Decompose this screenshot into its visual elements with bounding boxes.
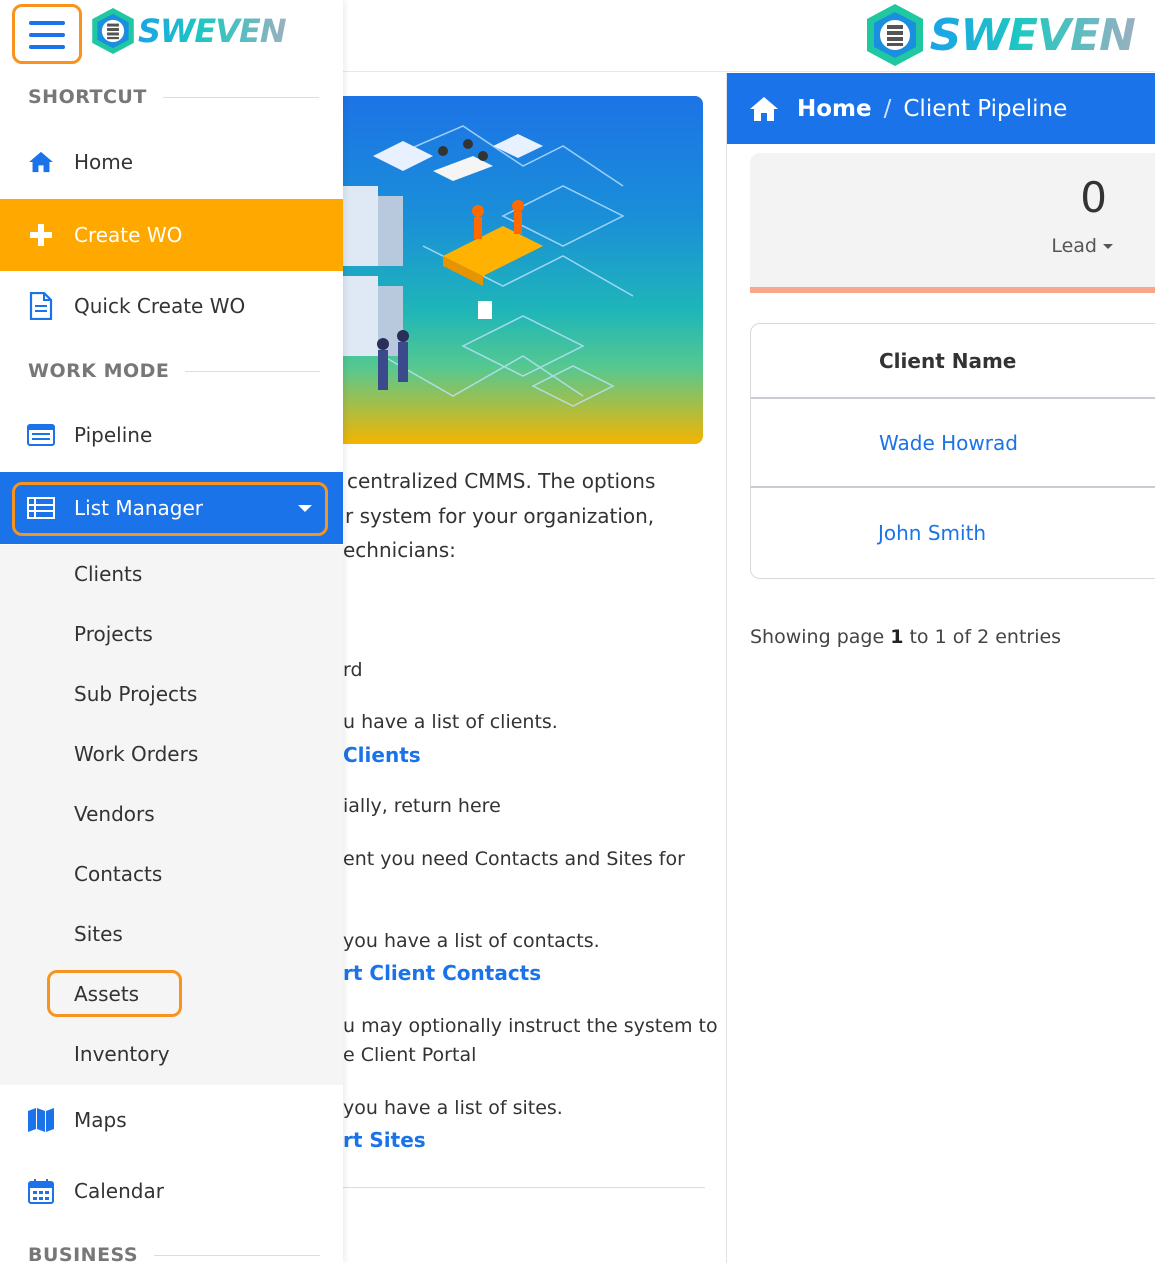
section-business: BUSINESS (28, 1244, 321, 1263)
submenu-item-sites[interactable]: Sites (74, 922, 123, 946)
submenu-item-vendors[interactable]: Vendors (74, 802, 155, 826)
highlight-outline (12, 482, 328, 536)
sidebar-item-label: Create WO (74, 223, 183, 247)
submenu-item-sub-projects[interactable]: Sub Projects (74, 682, 197, 706)
submenu-item-contacts[interactable]: Contacts (74, 862, 162, 886)
pagination-info: Showing page 1 to 1 of 2 entries (750, 626, 1061, 648)
hero-illustration (343, 96, 703, 444)
map-icon (26, 1105, 56, 1135)
highlight-outline (47, 970, 182, 1017)
step-text-7: e Client Portal (343, 1044, 477, 1066)
step-text-4: ent you need Contacts and Sites for (343, 848, 685, 870)
hamburger-bar (29, 33, 65, 37)
home-icon (26, 147, 56, 177)
lead-dropdown[interactable]: Lead (1051, 235, 1113, 257)
hamburger-bar (29, 45, 65, 49)
section-label: SHORTCUT (28, 86, 147, 108)
lead-label: Lead (1051, 235, 1097, 257)
section-label: WORK MODE (28, 360, 170, 382)
client-pipeline-panel: Home / Client Pipeline 0 Lead Client Nam… (727, 73, 1155, 1263)
sidebar: SWEVEN SHORTCUT Home Create WO Quick Cre… (0, 0, 343, 1263)
table-header-client-name[interactable]: Client Name (751, 324, 1155, 399)
import-client-contacts-link[interactable]: rt Client Contacts (343, 961, 541, 985)
plus-icon (26, 220, 56, 250)
logo-hex-icon (92, 8, 134, 54)
client-link[interactable]: Wade Howrad (879, 431, 1018, 455)
import-sites-link[interactable]: rt Sites (343, 1128, 426, 1152)
step-text-6: u may optionally instruct the system to (343, 1015, 718, 1037)
calendar-icon (26, 1176, 56, 1206)
section-rule (185, 370, 321, 372)
home-icon[interactable] (749, 96, 779, 122)
table-row: Wade Howrad (751, 399, 1155, 488)
sidebar-item-maps[interactable]: Maps (0, 1084, 343, 1156)
clients-table: Client Name Wade Howrad John Smith (750, 323, 1155, 579)
import-clients-link[interactable]: Clients (343, 743, 421, 767)
section-work-mode: WORK MODE (28, 360, 321, 382)
sidebar-item-quick-create-wo[interactable]: Quick Create WO (0, 270, 343, 342)
sidebar-item-label: Pipeline (74, 423, 153, 447)
intro-line-2: r system for your organization, (345, 504, 655, 528)
sidebar-item-create-wo[interactable]: Create WO (0, 199, 343, 271)
submenu-item-clients[interactable]: Clients (74, 562, 142, 586)
step-text-1: rd (343, 659, 363, 681)
divider (343, 1187, 705, 1188)
sidebar-item-calendar[interactable]: Calendar (0, 1155, 343, 1227)
section-rule (154, 1254, 321, 1256)
step-text-8: you have a list of sites. (343, 1097, 563, 1119)
submenu-item-projects[interactable]: Projects (74, 622, 153, 646)
document-icon (26, 291, 56, 321)
pagination-prefix: Showing page (750, 626, 885, 648)
pagination-suffix: to 1 of 2 entries (909, 626, 1062, 648)
sidebar-item-pipeline[interactable]: Pipeline (0, 399, 343, 471)
sidebar-item-label: Home (74, 150, 134, 174)
menu-toggle-button[interactable] (12, 4, 82, 64)
brand-logo[interactable]: SWEVEN (864, 2, 1136, 68)
logo-hex-icon (866, 4, 923, 66)
lead-count: 0 (1080, 173, 1107, 222)
table-row: John Smith (751, 488, 1155, 577)
isometric-illustration (343, 125, 634, 407)
sidebar-logo[interactable]: SWEVEN (90, 6, 287, 56)
breadcrumb-separator: / (883, 95, 892, 122)
section-rule (162, 96, 319, 98)
step-text-5: you have a list of contacts. (343, 930, 600, 952)
sidebar-item-label: Quick Create WO (74, 294, 246, 318)
pipeline-icon (26, 420, 56, 450)
pagination-page: 1 (890, 626, 904, 648)
step-text-3: ially, return here (343, 795, 501, 817)
main-content: centralized CMMS. The options r system f… (343, 73, 727, 1263)
hamburger-icon (29, 21, 65, 25)
breadcrumb-home-link[interactable]: Home (797, 96, 872, 122)
logo-text: SWEVEN (138, 12, 287, 50)
caret-down-icon (1103, 244, 1113, 249)
section-label: BUSINESS (28, 1244, 139, 1263)
breadcrumb: Home / Client Pipeline (727, 73, 1155, 144)
intro-line-1: centralized CMMS. The options (347, 469, 656, 493)
sidebar-item-label: Maps (74, 1108, 127, 1132)
section-shortcut: SHORTCUT (28, 86, 319, 108)
sidebar-item-home[interactable]: Home (0, 126, 343, 198)
breadcrumb-current: Client Pipeline (903, 95, 1068, 122)
lead-stat-card[interactable]: 0 Lead (750, 153, 1155, 293)
logo-text: SWEVEN (929, 9, 1136, 61)
client-link[interactable]: John Smith (878, 521, 986, 545)
submenu-item-inventory[interactable]: Inventory (74, 1042, 170, 1066)
submenu-item-work-orders[interactable]: Work Orders (74, 742, 198, 766)
step-text-2: u have a list of clients. (343, 711, 558, 733)
intro-line-3: echnicians: (343, 538, 456, 562)
sidebar-item-label: Calendar (74, 1179, 164, 1203)
